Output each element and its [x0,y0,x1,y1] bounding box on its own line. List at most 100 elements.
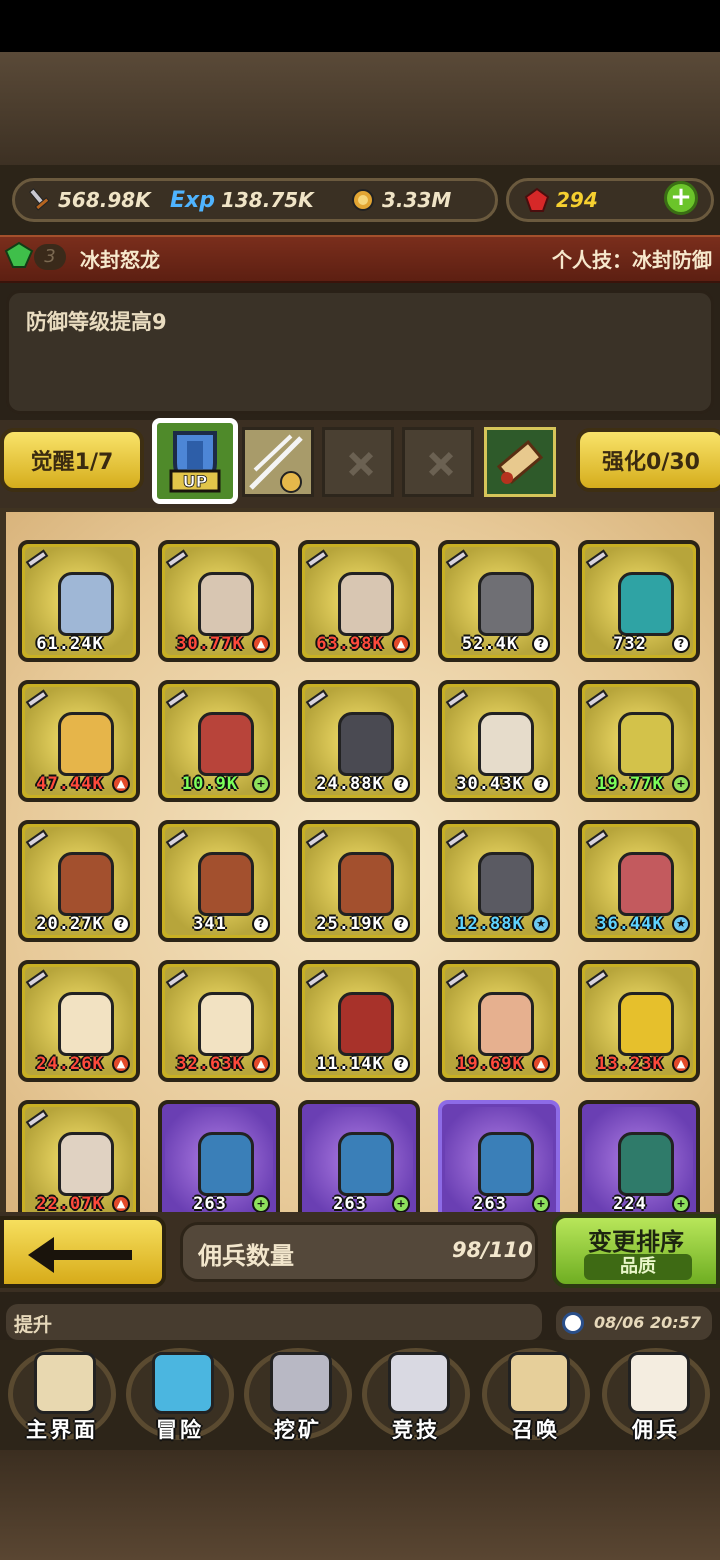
skill-slot-empty-1[interactable] [322,427,394,497]
mercenary-portrait [478,852,534,916]
mercenary-card[interactable]: 20.27K? [18,820,140,942]
weapon-icon [445,549,469,569]
gem-value: 294 [556,188,598,212]
weapon-icon [305,969,329,989]
gold-coin-icon [352,189,374,211]
mercenary-card[interactable]: 13.23K ▲ [578,960,700,1082]
awaken-button[interactable]: 觉醒1/7 [0,428,144,492]
type-badge-icon: + [252,775,270,793]
type-badge-icon: ? [532,635,550,653]
mercenary-card[interactable]: 19.69K ▲ [438,960,560,1082]
mercenary-power: 36.44K [596,914,664,934]
gold-resource: 3.33M [350,185,451,215]
add-gems-button[interactable]: + [664,181,698,215]
mercenary-power: 263 [333,1194,367,1213]
mercenary-card[interactable]: 263 + [298,1100,420,1213]
nav-crossed-swords[interactable]: 竞技 [358,1344,474,1444]
nav-pickaxe[interactable]: 挖矿 [240,1344,356,1444]
mercenary-portrait [618,992,674,1056]
nav-island[interactable]: 冒险 [122,1344,238,1444]
mercenary-card[interactable]: 10.9K + [158,680,280,802]
mercenary-card[interactable]: 36.44K ★ [578,820,700,942]
weapon-icon [305,829,329,849]
mercenary-card[interactable]: 19.77K + [578,680,700,802]
spear-handshake-icon [249,434,303,493]
mercenary-portrait [618,572,674,636]
mercenary-card[interactable]: 263 + [438,1100,560,1213]
skill-slot-empty-2[interactable] [402,427,474,497]
type-badge-icon: ? [392,915,410,933]
mercenary-portrait [58,992,114,1056]
weapon-icon [165,969,189,989]
mercenary-card[interactable]: 30.77K ▲ [158,540,280,662]
skill-slot-spear[interactable] [242,427,314,497]
mercenary-power: 13.23K [596,1054,664,1074]
nav-label: 挖矿 [274,1418,322,1442]
mercenary-portrait [198,852,254,916]
nav-map-scroll[interactable]: 主界面 [4,1344,120,1444]
mercenary-card[interactable]: 30.43K? [438,680,560,802]
mercenary-card[interactable]: 263 + [158,1100,280,1213]
type-badge-icon: + [392,1195,410,1213]
nav-tent[interactable]: 佣兵 [598,1344,714,1444]
mercenary-card[interactable]: 24.26K ▲ [18,960,140,1082]
mercenary-portrait [338,992,394,1056]
mercenary-power: 52.4K [461,634,519,654]
mercenary-card[interactable]: 22.07K ▲ [18,1100,140,1213]
weapon-icon [585,969,609,989]
back-arrow-shaft [48,1250,132,1260]
type-badge-icon: ★ [532,915,550,933]
sort-button-title: 变更排序 [588,1228,684,1256]
mercenary-card[interactable]: 61.24K [18,540,140,662]
mercenary-card[interactable]: 12.88K ★ [438,820,560,942]
island-icon [152,1352,214,1414]
mercenary-portrait [478,572,534,636]
mercenary-portrait [338,572,394,636]
weapon-icon [445,969,469,989]
scroll-icon [496,440,544,484]
weapon-icon [165,549,189,569]
status-text: 提升 [14,1314,53,1336]
mercenary-portrait [198,572,254,636]
enhance-button[interactable]: 强化0/30 [576,428,720,492]
mercenary-card[interactable]: 24.88K? [298,680,420,802]
weapon-icon [585,829,609,849]
skill-slot-scroll[interactable] [484,427,556,497]
status-box [6,1304,542,1340]
mercenary-power: 24.26K [36,1054,104,1074]
mercenary-power: 341 [193,914,227,934]
skill-slot-shield-up[interactable]: UP [152,418,238,504]
mercenary-power: 263 [193,1194,227,1213]
nav-label: 召唤 [512,1418,560,1442]
mercenary-card[interactable]: 224 + [578,1100,700,1213]
back-button[interactable] [0,1216,166,1288]
mercenary-portrait [618,712,674,776]
mercenary-card[interactable]: 52.4K? [438,540,560,662]
sword-icon [29,188,50,211]
type-badge-icon: ▲ [252,1055,270,1073]
mercenary-portrait [198,712,254,776]
weapon-icon [25,829,49,849]
weapon-icon [25,1109,49,1129]
mercenary-card[interactable]: 732? [578,540,700,662]
mercenary-card[interactable]: 11.14K? [298,960,420,1082]
type-badge-icon: ▲ [112,1055,130,1073]
mercenary-count-label: 佣兵数量 [198,1242,294,1270]
mercenary-power: 22.07K [36,1194,104,1213]
nav-summon-scroll[interactable]: 召唤 [478,1344,594,1444]
type-badge-icon: ▲ [112,1195,130,1213]
mercenary-portrait [58,1132,114,1196]
mercenary-card[interactable]: 32.63K ▲ [158,960,280,1082]
type-badge-icon: ? [672,635,690,653]
type-badge-icon: ▲ [252,635,270,653]
type-badge-icon: ? [252,915,270,933]
mercenary-card[interactable]: 341? [158,820,280,942]
mercenary-portrait [618,852,674,916]
mercenary-card[interactable]: 63.98K ▲ [298,540,420,662]
weapon-icon [165,689,189,709]
tent-icon [628,1352,690,1414]
weapon-icon [585,549,609,569]
mercenary-card[interactable]: 47.44K ▲ [18,680,140,802]
mercenary-card[interactable]: 25.19K? [298,820,420,942]
map-background [0,52,720,172]
